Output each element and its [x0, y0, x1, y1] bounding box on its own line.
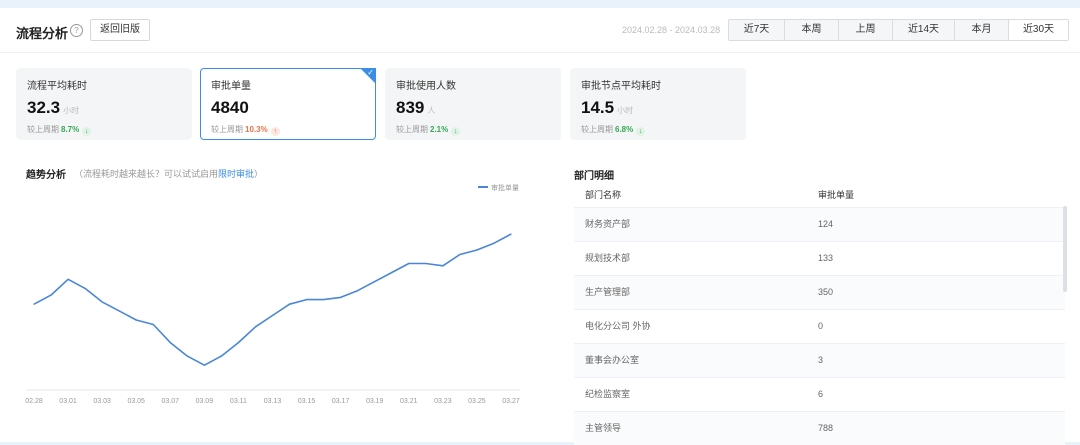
- data-point[interactable]: [203, 364, 205, 366]
- table-row[interactable]: 电化分公司 外协 0: [574, 309, 1065, 343]
- x-tick-label: 03.03: [93, 398, 111, 405]
- x-tick-label: 03.19: [366, 398, 384, 405]
- dept-name-cell: 财务资产部: [585, 219, 631, 229]
- table-row[interactable]: 财务资产部 124: [574, 207, 1065, 241]
- data-point[interactable]: [50, 294, 52, 296]
- data-point[interactable]: [305, 299, 308, 301]
- data-point[interactable]: [391, 271, 393, 274]
- x-tick-label: 03.25: [468, 398, 486, 405]
- data-point[interactable]: [67, 278, 69, 280]
- col-header-dept-name[interactable]: 部门名称: [574, 183, 818, 207]
- data-point[interactable]: [135, 319, 137, 321]
- approval-count-cell: 3: [818, 355, 824, 365]
- dept-name-cell: 董事会办公室: [585, 355, 640, 365]
- approval-count-cell: 6: [818, 389, 824, 399]
- data-point[interactable]: [254, 326, 257, 328]
- x-tick-label: 02.28: [25, 398, 43, 405]
- data-point[interactable]: [357, 290, 359, 292]
- x-tick-label: 03.21: [400, 398, 418, 405]
- x-tick-label: 03.05: [127, 398, 145, 405]
- dept-name-cell: 纪检监察室: [585, 389, 631, 399]
- data-point[interactable]: [152, 323, 154, 326]
- dept-name-cell: 电化分公司 外协: [585, 321, 651, 331]
- x-tick-label: 03.07: [162, 398, 180, 405]
- dept-name-cell: 主管领导: [585, 423, 622, 433]
- data-point[interactable]: [493, 242, 495, 244]
- approval-count-cell: 350: [818, 287, 834, 297]
- dept-table: 部门名称 审批单量 财务资产部 124 规划技术部 133 生产管理部 350 电化分公司 …: [574, 183, 1065, 445]
- data-point[interactable]: [271, 314, 274, 317]
- data-point[interactable]: [408, 262, 410, 265]
- approval-count-cell: 133: [818, 253, 834, 263]
- data-point[interactable]: [237, 341, 240, 344]
- x-tick-label: 03.11: [230, 398, 247, 405]
- data-point[interactable]: [340, 296, 342, 298]
- data-point[interactable]: [186, 355, 188, 357]
- approval-count-cell: 124: [818, 219, 834, 229]
- data-point[interactable]: [425, 262, 427, 265]
- data-point[interactable]: [118, 310, 120, 312]
- data-point[interactable]: [459, 253, 461, 256]
- dept-name-cell: 生产管理部: [585, 287, 631, 297]
- data-point[interactable]: [101, 301, 103, 303]
- data-point[interactable]: [169, 341, 171, 344]
- data-point[interactable]: [374, 280, 376, 283]
- table-header: 部门名称 审批单量: [574, 183, 1065, 207]
- table-row[interactable]: 董事会办公室 3: [574, 343, 1065, 377]
- x-tick-label: 03.15: [298, 398, 316, 405]
- x-tick-label: 03.13: [264, 398, 282, 405]
- x-tick-label: 03.01: [59, 398, 77, 405]
- table-row[interactable]: 纪检监察室 6: [574, 377, 1065, 411]
- dept-title: 部门明细: [574, 171, 614, 182]
- table-row[interactable]: 生产管理部 350: [574, 275, 1065, 309]
- table-body: 财务资产部 124 规划技术部 133 生产管理部 350 电化分公司 外协 0 董事会办公室 3…: [574, 207, 1065, 445]
- data-point[interactable]: [220, 355, 222, 357]
- dept-name-cell: 规划技术部: [585, 253, 631, 263]
- series-line[interactable]: [33, 233, 512, 367]
- data-point[interactable]: [323, 299, 325, 301]
- table-row[interactable]: 规划技术部 133: [574, 241, 1065, 275]
- table-scrollbar[interactable]: [1063, 206, 1067, 292]
- x-tick-label: 03.09: [196, 398, 214, 405]
- col-header-approval-count[interactable]: 审批单量: [818, 183, 1065, 207]
- data-point[interactable]: [33, 303, 35, 305]
- data-point[interactable]: [442, 265, 444, 267]
- approval-count-cell: 0: [818, 321, 824, 331]
- data-point[interactable]: [510, 233, 512, 235]
- x-tick-label: 03.27: [502, 398, 520, 405]
- x-tick-label: 03.17: [332, 398, 350, 405]
- x-tick-label: 03.23: [434, 398, 452, 405]
- data-point[interactable]: [476, 249, 478, 251]
- data-point[interactable]: [288, 303, 291, 305]
- data-point[interactable]: [84, 287, 86, 289]
- approval-count-cell: 788: [818, 423, 834, 433]
- table-row[interactable]: 主管领导 788: [574, 411, 1065, 445]
